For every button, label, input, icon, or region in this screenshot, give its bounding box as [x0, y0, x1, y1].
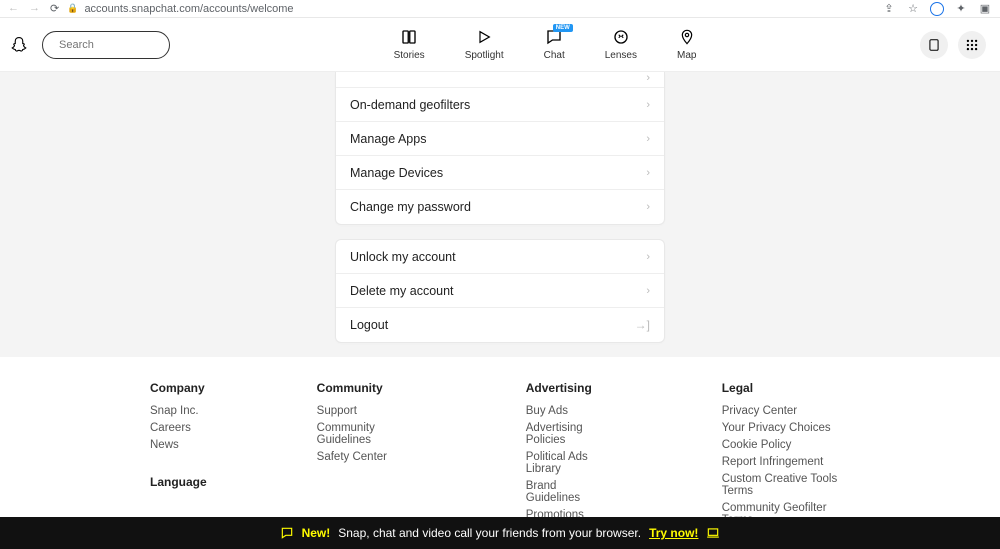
- footer-heading: Company: [150, 381, 207, 395]
- footer-advertising: Advertising Buy Ads Advertising Policies…: [526, 381, 612, 538]
- tab-label: Stories: [394, 50, 425, 61]
- snapchat-logo-icon[interactable]: [10, 35, 28, 55]
- search-input[interactable]: [42, 31, 170, 59]
- new-badge: NEW: [553, 24, 573, 32]
- footer-link[interactable]: Snap Inc.: [150, 405, 207, 417]
- menu-password[interactable]: Change my password ›: [336, 190, 664, 224]
- banner-try-link[interactable]: Try now!: [649, 526, 698, 540]
- chevron-right-icon: ›: [646, 99, 650, 111]
- chevron-right-icon: ›: [646, 133, 650, 145]
- window-icon[interactable]: ▣: [978, 2, 992, 16]
- footer-community: Community Support Community Guidelines S…: [317, 381, 416, 538]
- browser-chrome: ← → ⟳ 🔒 accounts.snapchat.com/accounts/w…: [0, 0, 1000, 18]
- tab-spotlight[interactable]: Spotlight: [465, 28, 504, 61]
- footer-link[interactable]: Political Ads Library: [526, 451, 612, 475]
- footer-link[interactable]: Privacy Center: [722, 405, 850, 417]
- footer-link[interactable]: Support: [317, 405, 416, 417]
- footer-heading: Advertising: [526, 381, 612, 395]
- footer-heading: Legal: [722, 381, 850, 395]
- ext-icon[interactable]: [930, 2, 944, 16]
- footer-link[interactable]: Report Infringement: [722, 456, 850, 468]
- row-label: Unlock my account: [350, 250, 456, 264]
- chevron-right-icon: ›: [646, 72, 650, 84]
- tab-map[interactable]: Map: [677, 28, 696, 61]
- promo-banner: New! Snap, chat and video call your frie…: [0, 517, 1000, 549]
- footer-link[interactable]: Safety Center: [317, 451, 416, 463]
- tab-lenses[interactable]: Lenses: [605, 28, 637, 61]
- chevron-right-icon: ›: [646, 201, 650, 213]
- row-label: On-demand geofilters: [350, 98, 470, 112]
- forward-icon: →: [29, 2, 40, 15]
- tab-chat[interactable]: NEW Chat: [544, 28, 565, 61]
- chat-bubble-icon: [280, 526, 294, 540]
- menu-geofilters[interactable]: On-demand geofilters ›: [336, 88, 664, 122]
- chevron-right-icon: ›: [646, 285, 650, 297]
- banner-new: New!: [302, 526, 331, 540]
- lenses-icon: [612, 28, 630, 46]
- star-icon[interactable]: ☆: [906, 2, 920, 16]
- apps-icon: [965, 38, 979, 52]
- row-label: Delete my account: [350, 284, 454, 298]
- banner-text: Snap, chat and video call your friends f…: [338, 526, 641, 540]
- tab-label: Spotlight: [465, 50, 504, 61]
- footer-link[interactable]: Brand Guidelines: [526, 480, 612, 504]
- url-text: accounts.snapchat.com/accounts/welcome: [84, 3, 293, 15]
- menu-logout[interactable]: Logout →]: [336, 308, 664, 342]
- device-icon: [927, 38, 941, 52]
- apps-button[interactable]: [958, 31, 986, 59]
- reload-icon[interactable]: ⟳: [50, 2, 59, 15]
- partial-row[interactable]: ›: [336, 72, 664, 88]
- settings-panel-1: › On-demand geofilters › Manage Apps › Man…: [335, 72, 665, 225]
- top-nav: Stories Spotlight NEW Chat Lenses Map: [0, 18, 1000, 72]
- tab-label: Map: [677, 50, 696, 61]
- laptop-icon: [706, 526, 720, 540]
- row-label: Logout: [350, 318, 388, 332]
- row-label: Change my password: [350, 200, 471, 214]
- footer-link[interactable]: News: [150, 439, 207, 451]
- tab-label: Chat: [544, 50, 565, 61]
- footer-legal: Legal Privacy Center Your Privacy Choice…: [722, 381, 850, 538]
- footer-heading: Community: [317, 381, 416, 395]
- lock-icon: 🔒: [67, 3, 78, 14]
- row-label: Manage Apps: [350, 132, 426, 146]
- logout-icon: →]: [635, 318, 650, 332]
- puzzle-icon[interactable]: ✦: [954, 2, 968, 16]
- tab-stories[interactable]: Stories: [394, 28, 425, 61]
- device-button[interactable]: [920, 31, 948, 59]
- share-icon[interactable]: ⇪: [882, 2, 896, 16]
- menu-delete[interactable]: Delete my account ›: [336, 274, 664, 308]
- footer-company: Company Snap Inc. Careers News Language: [150, 381, 207, 538]
- menu-devices[interactable]: Manage Devices ›: [336, 156, 664, 190]
- footer-link[interactable]: Custom Creative Tools Terms: [722, 473, 850, 497]
- back-icon[interactable]: ←: [8, 2, 19, 15]
- content-area: › On-demand geofilters › Manage Apps › Man…: [0, 72, 1000, 357]
- footer-heading: Language: [150, 475, 207, 489]
- footer-link[interactable]: Cookie Policy: [722, 439, 850, 451]
- footer-link[interactable]: Careers: [150, 422, 207, 434]
- footer-link[interactable]: Advertising Policies: [526, 422, 612, 446]
- footer-link[interactable]: Buy Ads: [526, 405, 612, 417]
- footer-link[interactable]: Your Privacy Choices: [722, 422, 850, 434]
- map-icon: [678, 28, 696, 46]
- chevron-right-icon: ›: [646, 167, 650, 179]
- tab-label: Lenses: [605, 50, 637, 61]
- menu-apps[interactable]: Manage Apps ›: [336, 122, 664, 156]
- menu-unlock[interactable]: Unlock my account ›: [336, 240, 664, 274]
- footer-link[interactable]: Community Guidelines: [317, 422, 416, 446]
- row-label: Manage Devices: [350, 166, 443, 180]
- settings-panel-2: Unlock my account › Delete my account › Lo…: [335, 239, 665, 343]
- chevron-right-icon: ›: [646, 251, 650, 263]
- stories-icon: [400, 28, 418, 46]
- spotlight-icon: [475, 28, 493, 46]
